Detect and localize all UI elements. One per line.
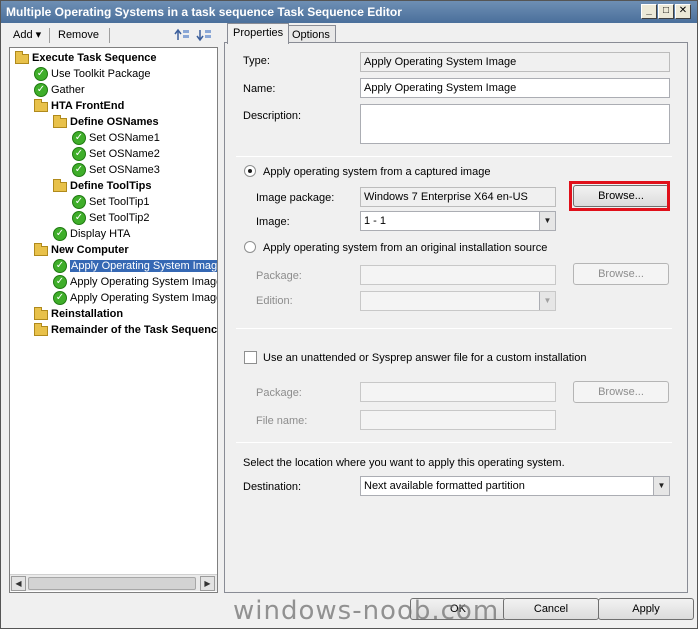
folder-icon: [33, 322, 49, 338]
tree-item-reinstallation[interactable]: Reinstallation: [33, 306, 123, 322]
tree-item-define-osnames[interactable]: Define OSNames: [52, 114, 159, 130]
name-field[interactable]: Apply Operating System Image: [360, 78, 670, 98]
tree-item-define-tooltips[interactable]: Define ToolTips: [52, 178, 152, 194]
check-icon: ✓: [71, 130, 87, 146]
scroll-right-icon[interactable]: ▶: [200, 576, 215, 591]
apply-button[interactable]: Apply: [598, 598, 694, 620]
tree-item-apply-os-image-3[interactable]: ✓ Apply Operating System Image: [52, 290, 217, 306]
tree-toolbar: Add ▾ Remove: [6, 27, 221, 45]
unattend-checkbox-label: Use an unattended or Sysprep answer file…: [263, 352, 587, 364]
type-field: Apply Operating System Image: [360, 52, 670, 72]
scroll-thumb[interactable]: [28, 577, 196, 590]
edition-label: Edition:: [256, 295, 293, 307]
chevron-down-icon[interactable]: ▼: [653, 477, 669, 495]
move-down-icon[interactable]: [196, 27, 212, 44]
add-label: Add: [13, 29, 33, 41]
check-icon: ✓: [52, 290, 68, 306]
original-source-radio[interactable]: [244, 241, 256, 253]
tree-horizontal-scrollbar[interactable]: ◀ ▶: [10, 574, 217, 591]
destination-dropdown-value: Next available formatted partition: [364, 480, 525, 492]
folder-icon: [14, 50, 30, 66]
close-button[interactable]: ✕: [675, 4, 691, 19]
type-label: Type:: [243, 55, 270, 67]
captured-image-radio[interactable]: [244, 165, 256, 177]
tree-item-apply-os-image-1[interactable]: ✓ Apply Operating System Image: [52, 258, 217, 274]
location-instruction: Select the location where you want to ap…: [243, 457, 565, 469]
folder-icon: [52, 178, 68, 194]
section-divider: [236, 442, 672, 443]
check-icon: ✓: [52, 274, 68, 290]
minimize-button[interactable]: _: [641, 4, 657, 19]
remove-button[interactable]: Remove: [58, 27, 99, 44]
maximize-button[interactable]: □: [658, 4, 674, 19]
folder-icon: [52, 114, 68, 130]
unattend-package-label: Package:: [256, 387, 302, 399]
section-divider: [236, 328, 672, 329]
tab-properties[interactable]: Properties: [227, 23, 290, 44]
check-icon: ✓: [71, 162, 87, 178]
original-source-radio-label: Apply operating system from an original …: [263, 242, 548, 254]
toolbar-separator: [109, 28, 110, 43]
image-dropdown-value: 1 - 1: [364, 215, 387, 227]
folder-icon: [33, 306, 49, 322]
tree-item-use-toolkit-package[interactable]: ✓ Use Toolkit Package: [33, 66, 150, 82]
check-icon: ✓: [33, 82, 49, 98]
watermark-text: windows-noob.com: [233, 596, 500, 626]
check-icon: ✓: [71, 146, 87, 162]
tree-item-set-tooltip2[interactable]: ✓ Set ToolTip2: [71, 210, 150, 226]
tree-item-set-tooltip1[interactable]: ✓ Set ToolTip1: [71, 194, 150, 210]
file-name-label: File name:: [256, 415, 308, 427]
file-name-field: [360, 410, 556, 430]
tree-item-set-osname3[interactable]: ✓ Set OSName3: [71, 162, 160, 178]
image-package-field: Windows 7 Enterprise X64 en-US: [360, 187, 556, 207]
captured-image-radio-label: Apply operating system from a captured i…: [263, 166, 491, 178]
task-sequence-editor-window: Multiple Operating Systems in a task seq…: [0, 0, 698, 629]
name-label: Name:: [243, 83, 276, 95]
toolbar-separator: [49, 28, 50, 43]
check-icon: ✓: [33, 66, 49, 82]
chevron-down-icon[interactable]: ▼: [539, 212, 555, 230]
browse-package-button: Browse...: [573, 263, 669, 285]
folder-icon: [33, 242, 49, 258]
image-dropdown[interactable]: 1 - 1 ▼: [360, 211, 556, 231]
section-divider: [236, 156, 672, 157]
window-title: Multiple Operating Systems in a task seq…: [6, 5, 402, 19]
scroll-left-icon[interactable]: ◀: [11, 576, 26, 591]
check-icon: ✓: [52, 226, 68, 242]
destination-label: Destination:: [243, 481, 302, 493]
tree-item-gather[interactable]: ✓ Gather: [33, 82, 85, 98]
chevron-down-icon: ▾: [35, 29, 42, 41]
title-bar: Multiple Operating Systems in a task seq…: [1, 1, 697, 23]
edition-dropdown: ▼: [360, 291, 556, 311]
tree-item-new-computer[interactable]: New Computer: [33, 242, 129, 258]
chevron-down-icon: ▼: [539, 292, 555, 310]
tree-item-display-hta[interactable]: ✓ Display HTA: [52, 226, 130, 242]
tree-item-set-osname1[interactable]: ✓ Set OSName1: [71, 130, 160, 146]
image-package-label: Image package:: [256, 192, 335, 204]
browse-unattend-button: Browse...: [573, 381, 669, 403]
add-menu-button[interactable]: Add ▾: [13, 27, 41, 44]
task-sequence-tree[interactable]: Execute Task Sequence ✓ Use Toolkit Packa…: [9, 47, 218, 593]
check-icon: ✓: [71, 210, 87, 226]
package-field: [360, 265, 556, 285]
check-icon: ✓: [52, 258, 68, 274]
image-label: Image:: [256, 216, 290, 228]
move-up-icon[interactable]: [174, 27, 190, 44]
cancel-button[interactable]: Cancel: [503, 598, 599, 620]
tree-item-remainder[interactable]: Remainder of the Task Sequence: [33, 322, 217, 338]
tree-item-execute-task-sequence[interactable]: Execute Task Sequence: [14, 50, 157, 66]
description-label: Description:: [243, 110, 302, 122]
unattend-checkbox[interactable]: [244, 351, 257, 364]
folder-icon: [33, 98, 49, 114]
package-label: Package:: [256, 270, 302, 282]
tree-item-set-osname2[interactable]: ✓ Set OSName2: [71, 146, 160, 162]
highlight-box: [569, 181, 670, 211]
description-field[interactable]: [360, 104, 670, 144]
tree-item-hta-frontend[interactable]: HTA FrontEnd: [33, 98, 124, 114]
unattend-package-field: [360, 382, 556, 402]
check-icon: ✓: [71, 194, 87, 210]
destination-dropdown[interactable]: Next available formatted partition ▼: [360, 476, 670, 496]
tree-item-apply-os-image-2[interactable]: ✓ Apply Operating System Image: [52, 274, 217, 290]
